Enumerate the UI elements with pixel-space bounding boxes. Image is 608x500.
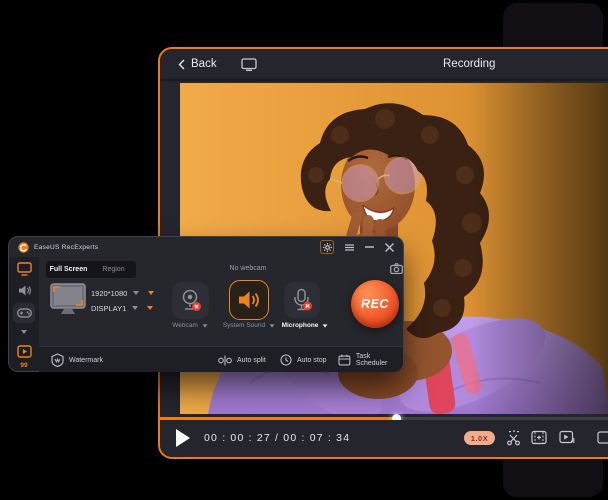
microphone-toggle-button[interactable] (284, 282, 320, 318)
sidebar-item-game-record[interactable] (13, 303, 35, 323)
screenshot-stage: Back Recording (0, 0, 608, 500)
auto-split-label: Auto split (237, 357, 266, 364)
easeus-logo (18, 242, 29, 253)
clipped-toolbar-icon[interactable] (597, 430, 608, 445)
window-title: Recording (443, 58, 495, 70)
panel-footer: Watermark Auto split Auto stop (39, 346, 403, 372)
time-display: 00 : 00 : 27 / 00 : 07 : 34 (204, 420, 350, 457)
task-scheduler-label: Task Scheduler (356, 353, 403, 367)
display-select-button[interactable] (241, 58, 257, 71)
back-button[interactable]: Back (178, 58, 217, 70)
settings-gear-icon (323, 243, 332, 252)
chevron-down-icon (147, 306, 153, 310)
speed-badge[interactable]: 1.0X (464, 431, 495, 445)
webcam-icon (180, 289, 202, 313)
display-dropdown[interactable]: DISPLAY1 (91, 303, 153, 313)
sidebar-item-screen-record[interactable] (16, 262, 32, 276)
chevron-down-icon (148, 291, 154, 295)
task-scheduler-button[interactable]: Task Scheduler (338, 347, 403, 373)
recordings-count-badge[interactable]: 99 (9, 362, 39, 369)
capture-mode-tabs: Full Screen Region (46, 261, 136, 278)
microphone-dropdown[interactable]: Microphone (270, 322, 340, 329)
auto-split-button[interactable]: Auto split (218, 347, 266, 373)
screen-record-icon (17, 262, 32, 276)
resolution-value: 1920*1080 (91, 289, 127, 298)
screenshot-button[interactable] (390, 263, 403, 274)
microphone-label: Microphone (282, 322, 319, 329)
webcam-label: Webcam (172, 322, 198, 329)
recordings-list-button[interactable] (16, 345, 32, 358)
pip-play-icon[interactable] (559, 430, 575, 445)
chevron-down-icon (323, 324, 328, 327)
play-button[interactable] (176, 429, 190, 447)
auto-stop-clock-icon (280, 354, 292, 366)
watermark-label: Watermark (69, 357, 103, 364)
webcam-toggle-button[interactable] (172, 282, 209, 319)
webcam-status: No webcam (209, 265, 287, 272)
chevron-left-icon (178, 59, 185, 70)
chevron-down-icon (21, 330, 27, 334)
minimize-button[interactable] (365, 246, 374, 248)
auto-split-icon (218, 355, 232, 366)
trim-scissors-icon[interactable] (506, 430, 521, 446)
sidebar-expand-chevron[interactable] (16, 330, 32, 334)
frame-extract-icon[interactable] (531, 430, 547, 445)
sidebar-item-audio-record[interactable] (16, 284, 32, 297)
close-icon (385, 243, 394, 252)
system-sound-label: System Sound (223, 322, 265, 329)
panel-sidebar: 99 (9, 257, 39, 371)
preview-titlebar: Back Recording (160, 49, 608, 81)
display-illustration (49, 283, 87, 321)
menu-icon (345, 244, 354, 251)
monitor-icon (241, 58, 257, 71)
minimize-icon (365, 246, 374, 248)
task-scheduler-icon (338, 354, 351, 366)
recorder-panel: EaseUS RecExperts (8, 236, 404, 372)
auto-stop-button[interactable]: Auto stop (280, 347, 327, 373)
recordings-list-icon (17, 345, 32, 358)
close-button[interactable] (385, 243, 394, 252)
system-sound-icon (238, 290, 260, 310)
back-label: Back (191, 58, 217, 70)
app-name: EaseUS RecExperts (34, 244, 98, 251)
watermark-button[interactable]: Watermark (51, 347, 103, 373)
tab-region[interactable]: Region (91, 266, 136, 273)
audio-record-icon (18, 284, 31, 297)
rec-button[interactable]: REC (351, 280, 399, 328)
system-sound-toggle-button[interactable] (229, 280, 269, 320)
menu-button[interactable] (345, 244, 354, 251)
tab-full-screen[interactable]: Full Screen (46, 266, 91, 273)
game-record-icon (17, 308, 32, 318)
playback-bar: 00 : 00 : 27 / 00 : 07 : 34 1.0X (160, 420, 608, 457)
chevron-down-icon (133, 291, 139, 295)
display-value: DISPLAY1 (91, 304, 126, 313)
auto-stop-label: Auto stop (297, 357, 327, 364)
chevron-down-icon (202, 324, 207, 327)
watermark-icon (51, 353, 64, 367)
microphone-icon (291, 288, 313, 312)
resolution-dropdown[interactable]: 1920*1080 (91, 288, 154, 298)
camera-icon (390, 263, 403, 274)
panel-titlebar: EaseUS RecExperts (9, 237, 403, 257)
chevron-down-icon (132, 306, 138, 310)
settings-button[interactable] (320, 240, 334, 254)
